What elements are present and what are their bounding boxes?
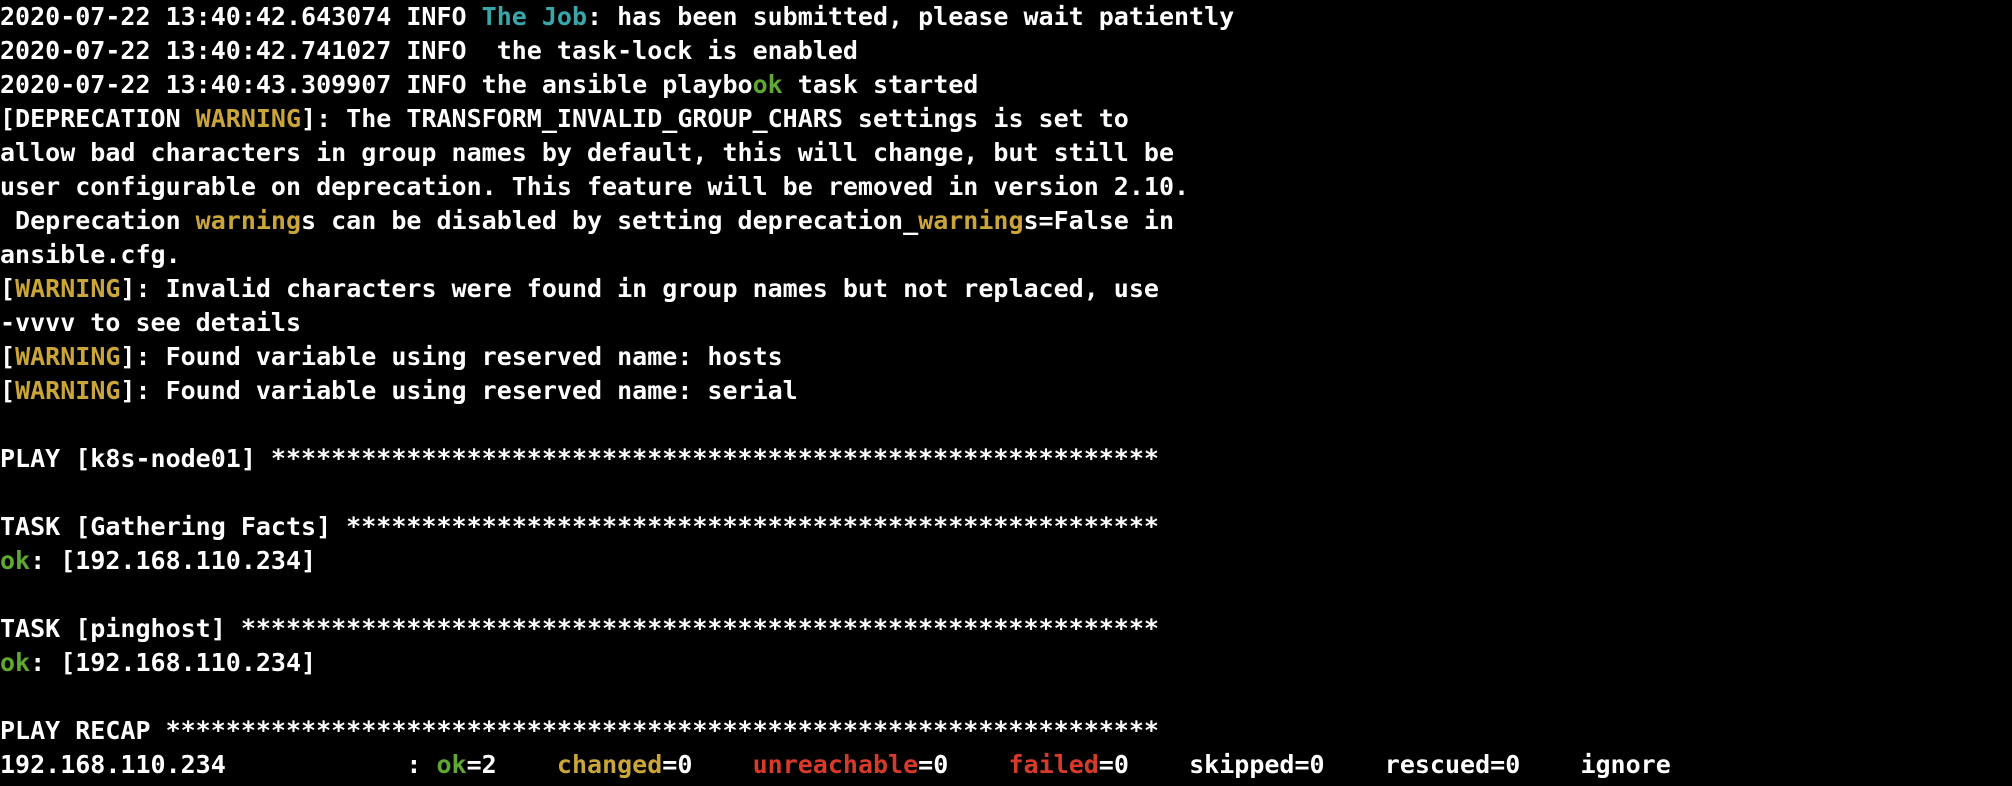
deprecation-text: s=False in bbox=[1023, 206, 1175, 235]
log-message: : has been submitted, please wait patien… bbox=[587, 2, 1235, 31]
recap-failed-label: failed bbox=[1008, 750, 1099, 779]
deprecation-warning-line-5: ansible.cfg. bbox=[0, 240, 181, 269]
recap-changed-value: =0 bbox=[662, 750, 753, 779]
ok-status: ok bbox=[0, 648, 31, 677]
log-line-task-lock: 2020-07-22 13:40:42.741027 INFO the task… bbox=[0, 34, 2012, 68]
ok-highlight: ok bbox=[752, 70, 783, 99]
recap-ok-value: =2 bbox=[466, 750, 557, 779]
ok-status: ok bbox=[0, 546, 31, 575]
recap-host: 192.168.110.234 : bbox=[0, 750, 437, 779]
host-result: : [192.168.110.234] bbox=[30, 648, 317, 677]
deprecation-warning-line-3: user configurable on deprecation. This f… bbox=[0, 172, 1190, 201]
deprecation-warning-line-1: [DEPRECATION WARNING]: The TRANSFORM_INV… bbox=[0, 102, 2012, 136]
warning-text: ]: Found variable using reserved name: h… bbox=[120, 342, 783, 371]
warning-label: WARNING bbox=[15, 342, 121, 371]
warning-text: ]: Invalid characters were found in grou… bbox=[120, 274, 1159, 303]
deprecation-prefix: [DEPRECATION bbox=[0, 104, 196, 133]
recap-failed-value: =0 bbox=[1098, 750, 1190, 779]
job-name: The Job bbox=[481, 2, 587, 31]
warning-label: WARNING bbox=[195, 104, 302, 133]
recap-rescued: rescued=0 bbox=[1384, 750, 1581, 779]
warning-text: ]: Found variable using reserved name: s… bbox=[120, 376, 798, 405]
task-gathering-facts-header: TASK [Gathering Facts] *****************… bbox=[0, 512, 1159, 541]
log-line-playbook-started: 2020-07-22 13:40:43.309907 INFO the ansi… bbox=[0, 68, 2012, 102]
warning-reserved-hosts: [WARNING]: Found variable using reserved… bbox=[0, 340, 2012, 374]
deprecation-warning-line-4: Deprecation warnings can be disabled by … bbox=[0, 204, 2012, 238]
deprecation-text: s can be disabled by setting deprecation… bbox=[301, 206, 919, 235]
bracket: [ bbox=[0, 376, 16, 405]
log-message: 2020-07-22 13:40:42.741027 INFO the task… bbox=[0, 36, 858, 65]
warning-invalid-characters-cont: -vvvv to see details bbox=[0, 308, 302, 337]
deprecation-warning-line-2: allow bad characters in group names by d… bbox=[0, 138, 1174, 167]
recap-unreachable-value: =0 bbox=[918, 750, 1009, 779]
task-gathering-facts-result: ok: [192.168.110.234] bbox=[0, 544, 2012, 578]
recap-changed-label: changed bbox=[556, 750, 663, 779]
terminal-window[interactable]: 2020-07-22 13:40:42.643074 INFO The Job:… bbox=[0, 0, 2012, 786]
bracket: [ bbox=[0, 274, 16, 303]
warning-highlight: warning bbox=[195, 206, 302, 235]
recap-ok-label: ok bbox=[436, 750, 467, 779]
recap-skipped: skipped=0 bbox=[1189, 750, 1385, 779]
warning-highlight: warning bbox=[918, 206, 1024, 235]
recap-unreachable-label: unreachable bbox=[752, 750, 919, 779]
log-prefix: 2020-07-22 13:40:43.309907 INFO the ansi… bbox=[0, 70, 753, 99]
host-result: : [192.168.110.234] bbox=[30, 546, 317, 575]
recap-ignored: ignore bbox=[1580, 750, 1671, 779]
deprecation-text: Deprecation bbox=[0, 206, 196, 235]
warning-invalid-characters: [WARNING]: Invalid characters were found… bbox=[0, 272, 2012, 306]
warning-label: WARNING bbox=[15, 274, 121, 303]
task-pinghost-result: ok: [192.168.110.234] bbox=[0, 646, 2012, 680]
play-header: PLAY [k8s-node01] **********************… bbox=[0, 444, 1159, 473]
play-recap-summary: 192.168.110.234 : ok=2 changed=0 unreach… bbox=[0, 748, 2012, 782]
log-line-submitted: 2020-07-22 13:40:42.643074 INFO The Job:… bbox=[0, 0, 2012, 34]
log-message: task started bbox=[782, 70, 979, 99]
warning-reserved-serial: [WARNING]: Found variable using reserved… bbox=[0, 374, 2012, 408]
play-recap-header: PLAY RECAP *****************************… bbox=[0, 716, 1159, 745]
log-prefix: 2020-07-22 13:40:42.643074 INFO bbox=[0, 2, 482, 31]
task-pinghost-header: TASK [pinghost] ************************… bbox=[0, 614, 1159, 643]
warning-label: WARNING bbox=[15, 376, 121, 405]
deprecation-text: ]: The TRANSFORM_INVALID_GROUP_CHARS set… bbox=[301, 104, 1129, 133]
bracket: [ bbox=[0, 342, 16, 371]
